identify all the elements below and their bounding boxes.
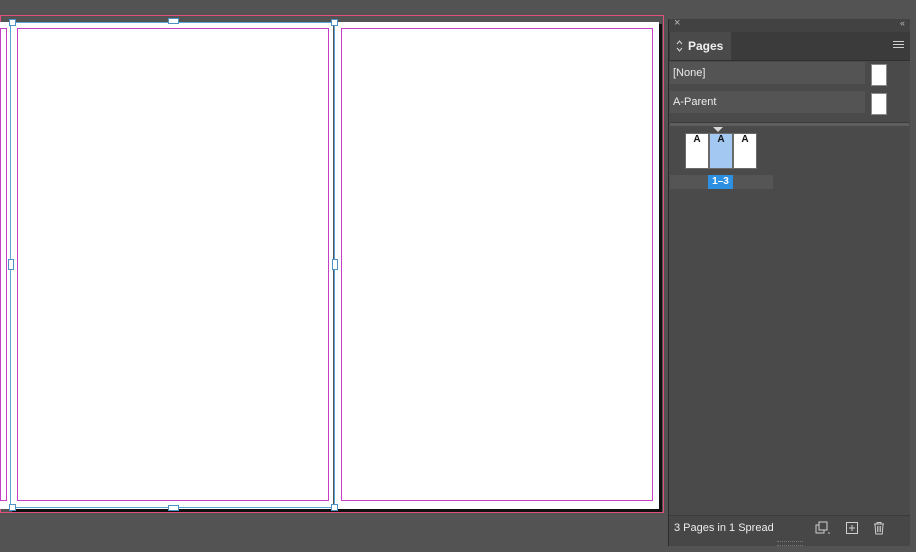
resize-handle[interactable] bbox=[168, 505, 179, 511]
panel-menu-icon[interactable] bbox=[893, 41, 904, 50]
delete-page-icon[interactable] bbox=[872, 521, 886, 535]
page-prefix: A bbox=[693, 134, 701, 145]
current-page-marker-icon bbox=[713, 127, 723, 132]
page-thumbnail-2[interactable]: A bbox=[709, 133, 733, 169]
spread-thumbnail[interactable]: A A A bbox=[685, 127, 759, 169]
page-thumbnail-1[interactable]: A bbox=[685, 133, 709, 169]
parent-item-label: [None] bbox=[673, 67, 706, 79]
page-shadow bbox=[659, 24, 662, 512]
tab-pages-label: Pages bbox=[688, 39, 724, 53]
page-thumbnail-3[interactable]: A bbox=[733, 133, 757, 169]
page-3-canvas[interactable] bbox=[335, 22, 659, 509]
parent-a-thumbnail[interactable] bbox=[871, 93, 887, 115]
parent-none-thumbnail[interactable] bbox=[871, 64, 887, 86]
resize-handle[interactable] bbox=[9, 504, 16, 511]
panel-tab-row: Pages bbox=[669, 32, 910, 61]
parent-item-a-parent[interactable]: A-Parent bbox=[670, 91, 865, 113]
resize-handle[interactable] bbox=[332, 259, 338, 270]
new-page-icon[interactable] bbox=[845, 521, 859, 535]
parent-item-none[interactable]: [None] bbox=[670, 62, 865, 84]
resize-handle[interactable] bbox=[9, 19, 16, 26]
spread-label[interactable]: 1–3 bbox=[708, 175, 733, 189]
resize-handle[interactable] bbox=[331, 19, 338, 26]
tab-pages[interactable]: Pages bbox=[670, 32, 731, 60]
panel-resize-grip[interactable] bbox=[777, 541, 803, 546]
pasteboard[interactable] bbox=[0, 0, 668, 552]
parent-item-label: A-Parent bbox=[673, 96, 717, 108]
close-icon[interactable]: × bbox=[674, 17, 680, 29]
panel-footer: 3 Pages in 1 Spread bbox=[669, 515, 910, 546]
pages-panel: × ‹‹ Pages [None] A-Parent A A A 1–3 3 P… bbox=[668, 17, 910, 546]
panel-titlebar: × ‹‹ bbox=[669, 17, 910, 32]
page-prefix: A bbox=[717, 134, 725, 145]
collapse-icon[interactable]: ‹‹ bbox=[900, 18, 905, 28]
edit-page-size-icon[interactable] bbox=[815, 521, 830, 535]
page-selection-frame[interactable] bbox=[10, 22, 335, 508]
resize-handle[interactable] bbox=[168, 18, 179, 24]
margin-guide bbox=[0, 28, 7, 501]
page-count-status: 3 Pages in 1 Spread bbox=[674, 522, 774, 534]
resize-handle[interactable] bbox=[331, 504, 338, 511]
panel-section-divider[interactable] bbox=[670, 122, 909, 126]
margin-guide bbox=[341, 28, 653, 501]
page-prefix: A bbox=[741, 134, 749, 145]
resize-handle[interactable] bbox=[8, 259, 14, 270]
